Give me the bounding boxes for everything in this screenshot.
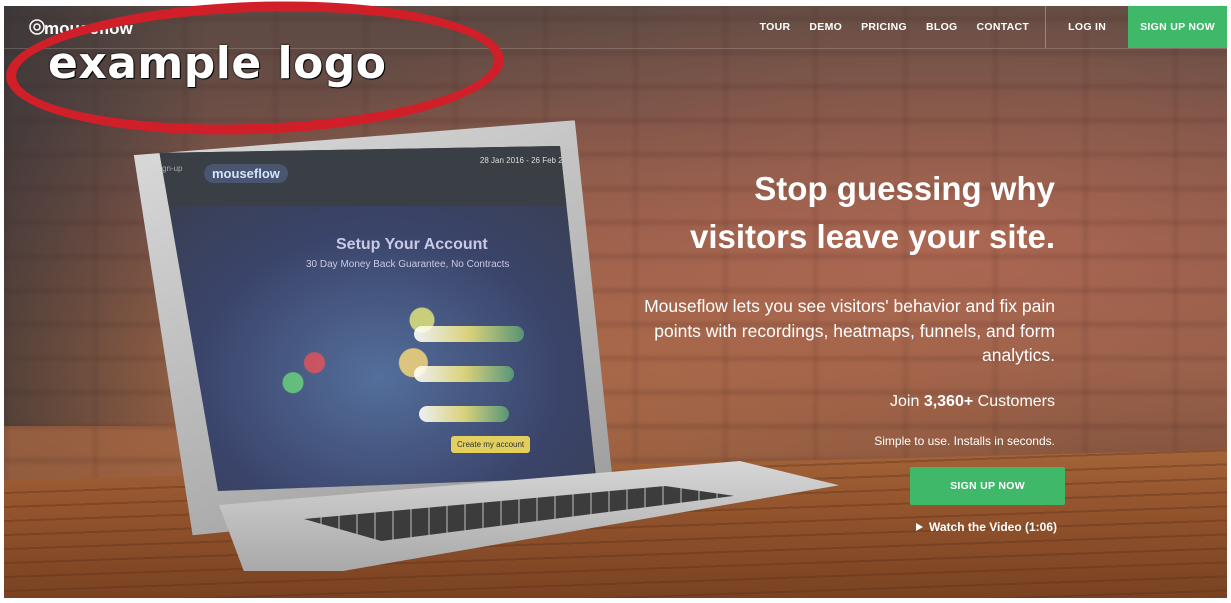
hero-signup-button[interactable]: SIGN UP NOW (910, 467, 1065, 505)
play-icon (916, 523, 923, 531)
nav-login[interactable]: LOG IN (1068, 21, 1106, 33)
join-suffix: Customers (973, 393, 1055, 410)
top-nav: TOUR DEMO PRICING BLOG CONTACT LOG IN SI… (741, 6, 1227, 48)
screen-cta: Create my account (451, 436, 531, 453)
example-logo-overlay: example logo (48, 38, 387, 89)
nav-contact[interactable]: CONTACT (977, 21, 1030, 33)
nav-demo[interactable]: DEMO (809, 21, 842, 33)
hero-tagline: Simple to use. Installs in seconds. (874, 434, 1055, 448)
watch-video-label: Watch the Video (1:06) (929, 520, 1058, 534)
watch-video-link[interactable]: Watch the Video (1:06) (916, 520, 1057, 534)
nav-tour[interactable]: TOUR (760, 21, 791, 33)
heatmap-bar (414, 366, 514, 382)
join-count: 3,360+ (923, 393, 974, 410)
heatmap-bar (414, 326, 524, 342)
join-customers: Join 3,360+ Customers (890, 393, 1055, 411)
hero-description: Mouseflow lets you see visitors' behavio… (644, 296, 1055, 365)
nav-pricing[interactable]: PRICING (861, 21, 907, 33)
nav-blog[interactable]: BLOG (926, 21, 958, 33)
screen-logo: mouseflow (204, 164, 288, 183)
join-prefix: Join (890, 393, 924, 410)
heatmap-bar (419, 406, 509, 422)
screen-subheading: 30 Day Money Back Guarantee, No Contract… (306, 259, 510, 270)
headline-line-1: Stop guessing why (754, 170, 1055, 207)
nav-signup-button[interactable]: SIGN UP NOW (1128, 6, 1227, 48)
nav-separator (1045, 6, 1047, 48)
headline-line-2: visitors leave your site. (689, 218, 1055, 255)
